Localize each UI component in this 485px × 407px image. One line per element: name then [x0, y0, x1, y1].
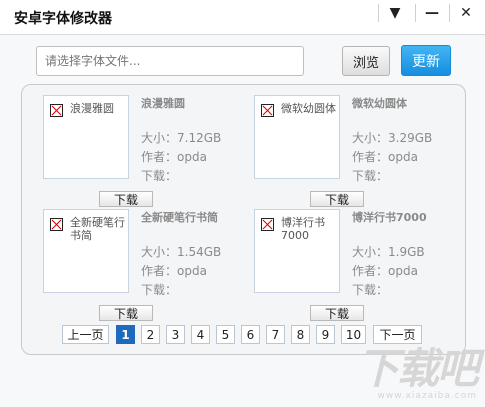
update-button[interactable]: 更新	[401, 45, 451, 76]
font-download-count: 下载：	[352, 169, 389, 183]
font-preview: 博洋行书7000	[254, 209, 340, 293]
font-name: 博洋行书7000	[352, 211, 427, 224]
font-name: 全新硬笔行书简	[141, 211, 218, 224]
font-author: 作者：opda	[141, 264, 207, 278]
page-button-7[interactable]: 7	[266, 325, 285, 344]
page-button-9[interactable]: 9	[316, 325, 335, 344]
broken-image-icon	[50, 218, 63, 231]
font-size: 大小：1.9GB	[352, 245, 425, 259]
download-button[interactable]: 下载	[310, 305, 364, 321]
download-button[interactable]: 下载	[99, 305, 153, 321]
font-name: 浪漫雅圆	[141, 97, 185, 110]
watermark: 下载吧 www.xiazaiba.com	[356, 344, 479, 402]
font-list-panel: 浪漫雅圆 浪漫雅圆 大小：7.12GB 作者：opda 下载： 下载 微软幼圆体…	[21, 84, 466, 355]
font-file-input[interactable]	[36, 46, 304, 76]
preview-text: 微软幼圆体	[281, 102, 336, 115]
minimize-icon[interactable]: —	[417, 0, 447, 25]
font-download-count: 下载：	[141, 283, 178, 297]
page-button-5[interactable]: 5	[216, 325, 235, 344]
title-separator	[449, 4, 450, 22]
preview-text: 博洋行书7000	[281, 216, 325, 242]
font-size: 大小：7.12GB	[141, 131, 222, 145]
download-button[interactable]: 下载	[99, 191, 153, 207]
page-button-10[interactable]: 10	[341, 325, 366, 344]
page-button-8[interactable]: 8	[291, 325, 310, 344]
download-button[interactable]: 下载	[310, 191, 364, 207]
watermark-logo: 下载吧	[356, 344, 479, 393]
page-button-1[interactable]: 1	[116, 325, 135, 344]
font-author: 作者：opda	[352, 150, 418, 164]
broken-image-icon	[50, 104, 63, 117]
font-preview: 微软幼圆体	[254, 95, 340, 179]
title-bar: 安卓字体修改器 ▼ — ✕	[0, 0, 485, 35]
page-button-2[interactable]: 2	[141, 325, 160, 344]
font-card: 微软幼圆体 微软幼圆体 大小：3.29GB 作者：opda 下载： 下载	[254, 95, 454, 209]
title-separator	[415, 4, 416, 22]
broken-image-icon	[261, 104, 274, 117]
font-size: 大小：1.54GB	[141, 245, 222, 259]
title-separator	[378, 4, 379, 22]
font-card: 浪漫雅圆 浪漫雅圆 大小：7.12GB 作者：opda 下载： 下载	[43, 95, 243, 209]
window-title: 安卓字体修改器	[14, 11, 112, 27]
font-card: 全新硬笔行书简 全新硬笔行书简 大小：1.54GB 作者：opda 下载： 下载	[43, 209, 243, 323]
prev-page-button[interactable]: 上一页	[62, 325, 109, 344]
app-window: 安卓字体修改器 ▼ — ✕ 浏览 更新 浪漫雅圆 浪漫雅圆 大小：7.12GB …	[0, 0, 485, 407]
broken-image-icon	[261, 218, 274, 231]
page-button-6[interactable]: 6	[241, 325, 260, 344]
preview-text: 浪漫雅圆	[70, 102, 114, 115]
page-button-3[interactable]: 3	[166, 325, 185, 344]
font-name: 微软幼圆体	[352, 97, 407, 110]
next-page-button[interactable]: 下一页	[373, 325, 422, 344]
font-card: 博洋行书7000 博洋行书7000 大小：1.9GB 作者：opda 下载： 下…	[254, 209, 454, 323]
font-author: 作者：opda	[141, 150, 207, 164]
close-icon[interactable]: ✕	[451, 0, 481, 25]
font-author: 作者：opda	[352, 264, 418, 278]
font-download-count: 下载：	[352, 283, 389, 297]
font-preview: 全新硬笔行书简	[43, 209, 129, 293]
browse-button[interactable]: 浏览	[342, 46, 390, 76]
menu-dropdown-icon[interactable]: ▼	[380, 0, 410, 25]
page-button-4[interactable]: 4	[191, 325, 210, 344]
font-download-count: 下载：	[141, 169, 178, 183]
preview-text: 全新硬笔行书简	[70, 216, 125, 242]
font-size: 大小：3.29GB	[352, 131, 433, 145]
font-preview: 浪漫雅圆	[43, 95, 129, 179]
